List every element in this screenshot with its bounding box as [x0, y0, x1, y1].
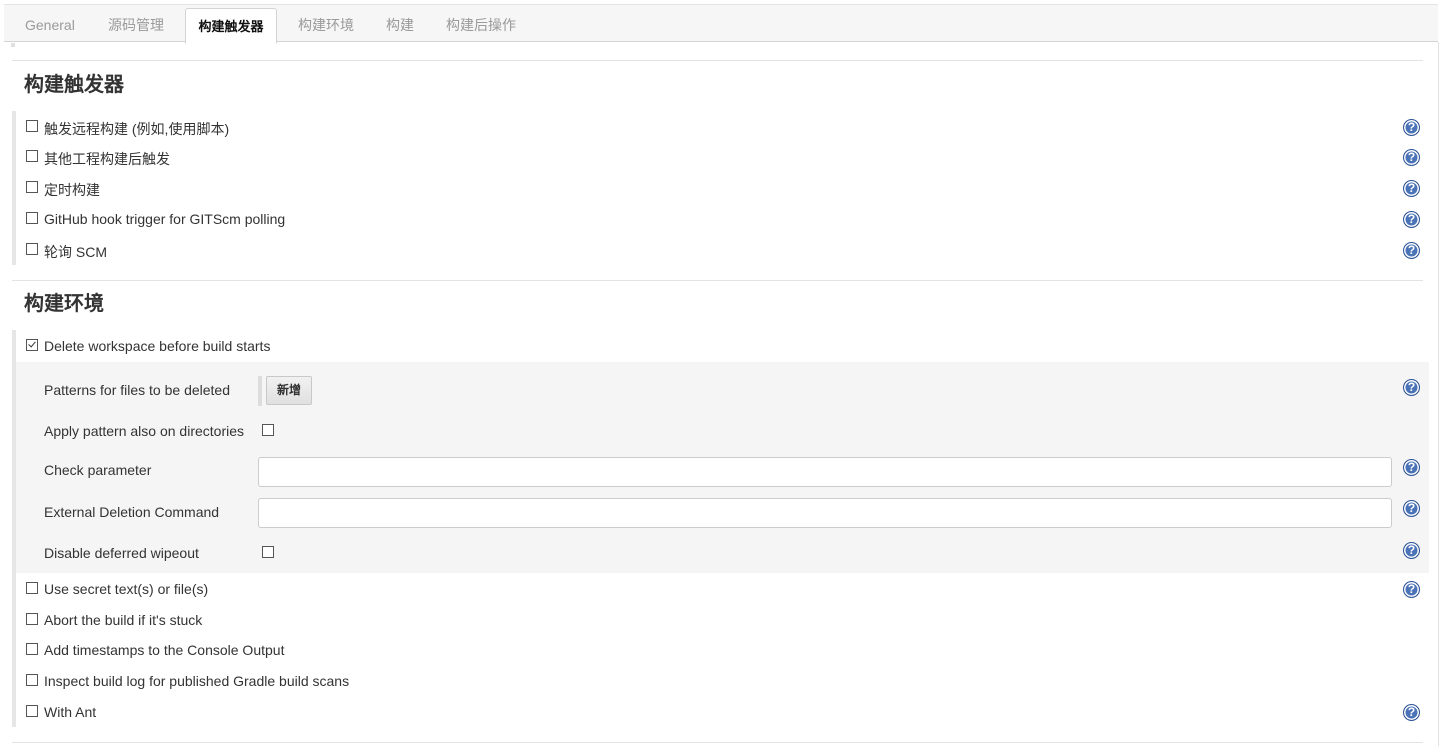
help-icon[interactable]: ?: [1403, 704, 1420, 721]
add-pattern-button[interactable]: 新增: [266, 376, 312, 405]
tab-general[interactable]: General: [25, 5, 75, 42]
help-icon[interactable]: ?: [1403, 242, 1420, 259]
help-icon[interactable]: ?: [1403, 379, 1420, 396]
section-divider: [12, 60, 1423, 61]
inspect-gradle-scans-checkbox[interactable]: [26, 674, 38, 686]
external-deletion-command-label: External Deletion Command: [44, 504, 220, 520]
help-icon[interactable]: ?: [1403, 149, 1420, 166]
trigger-github-hook-checkbox[interactable]: [26, 212, 38, 224]
section-divider: [12, 742, 1423, 743]
trigger-periodic-label: 定时构建: [44, 182, 100, 198]
help-icon[interactable]: ?: [1403, 500, 1420, 517]
trigger-github-hook-label: GitHub hook trigger for GITScm polling: [44, 211, 286, 227]
tab-build-environment[interactable]: 构建环境: [298, 5, 354, 42]
section-divider: [12, 280, 1423, 281]
add-timestamps-checkbox[interactable]: [26, 643, 38, 655]
add-timestamps-label: Add timestamps to the Console Output: [44, 642, 285, 658]
config-tab-bar: General 源码管理 构建触发器 构建环境 构建 构建后操作: [4, 4, 1438, 44]
disable-deferred-wipeout-label: Disable deferred wipeout: [44, 545, 199, 561]
delete-workspace-label: Delete workspace before build starts: [44, 338, 271, 354]
abort-if-stuck-checkbox[interactable]: [26, 613, 38, 625]
help-icon[interactable]: ?: [1403, 180, 1420, 197]
trigger-remote-label: 触发远程构建 (例如,使用脚本): [44, 121, 230, 137]
patterns-list-bar: [258, 376, 262, 406]
check-parameter-input[interactable]: [258, 457, 1392, 487]
patterns-label: Patterns for files to be deleted: [44, 382, 230, 398]
help-icon[interactable]: ?: [1403, 459, 1420, 476]
trigger-remote-checkbox[interactable]: [26, 120, 38, 132]
right-border: [1438, 42, 1439, 746]
trigger-poll-scm-label: 轮询 SCM: [44, 244, 107, 260]
trigger-after-other-projects-label: 其他工程构建后触发: [44, 151, 170, 167]
disable-deferred-wipeout-checkbox[interactable]: [262, 546, 274, 558]
tab-source-management[interactable]: 源码管理: [108, 5, 164, 42]
with-ant-checkbox[interactable]: [26, 705, 38, 717]
section-title-build-environment: 构建环境: [24, 293, 104, 315]
help-icon[interactable]: ?: [1403, 211, 1420, 228]
abort-if-stuck-label: Abort the build if it's stuck: [44, 612, 203, 628]
tab-build-triggers[interactable]: 构建触发器: [185, 8, 277, 44]
trigger-poll-scm-checkbox[interactable]: [26, 243, 38, 255]
use-secret-label: Use secret text(s) or file(s): [44, 581, 209, 597]
trigger-after-other-projects-checkbox[interactable]: [26, 150, 38, 162]
use-secret-checkbox[interactable]: [26, 582, 38, 594]
external-deletion-command-input[interactable]: [258, 498, 1392, 528]
help-icon[interactable]: ?: [1403, 119, 1420, 136]
divider-handle: [11, 43, 15, 47]
help-icon[interactable]: ?: [1403, 542, 1420, 559]
inspect-gradle-scans-label: Inspect build log for published Gradle b…: [44, 673, 350, 689]
section-left-bar: [12, 111, 16, 265]
help-icon[interactable]: ?: [1403, 581, 1420, 598]
tab-post-build-actions[interactable]: 构建后操作: [446, 5, 516, 42]
section-title-build-triggers: 构建触发器: [24, 74, 124, 96]
apply-pattern-label: Apply pattern also on directories: [44, 423, 244, 439]
tab-build[interactable]: 构建: [386, 5, 414, 42]
apply-pattern-checkbox[interactable]: [262, 424, 274, 436]
with-ant-label: With Ant: [44, 704, 97, 720]
trigger-periodic-checkbox[interactable]: [26, 181, 38, 193]
check-parameter-label: Check parameter: [44, 462, 152, 478]
delete-workspace-checkbox[interactable]: [26, 339, 38, 351]
